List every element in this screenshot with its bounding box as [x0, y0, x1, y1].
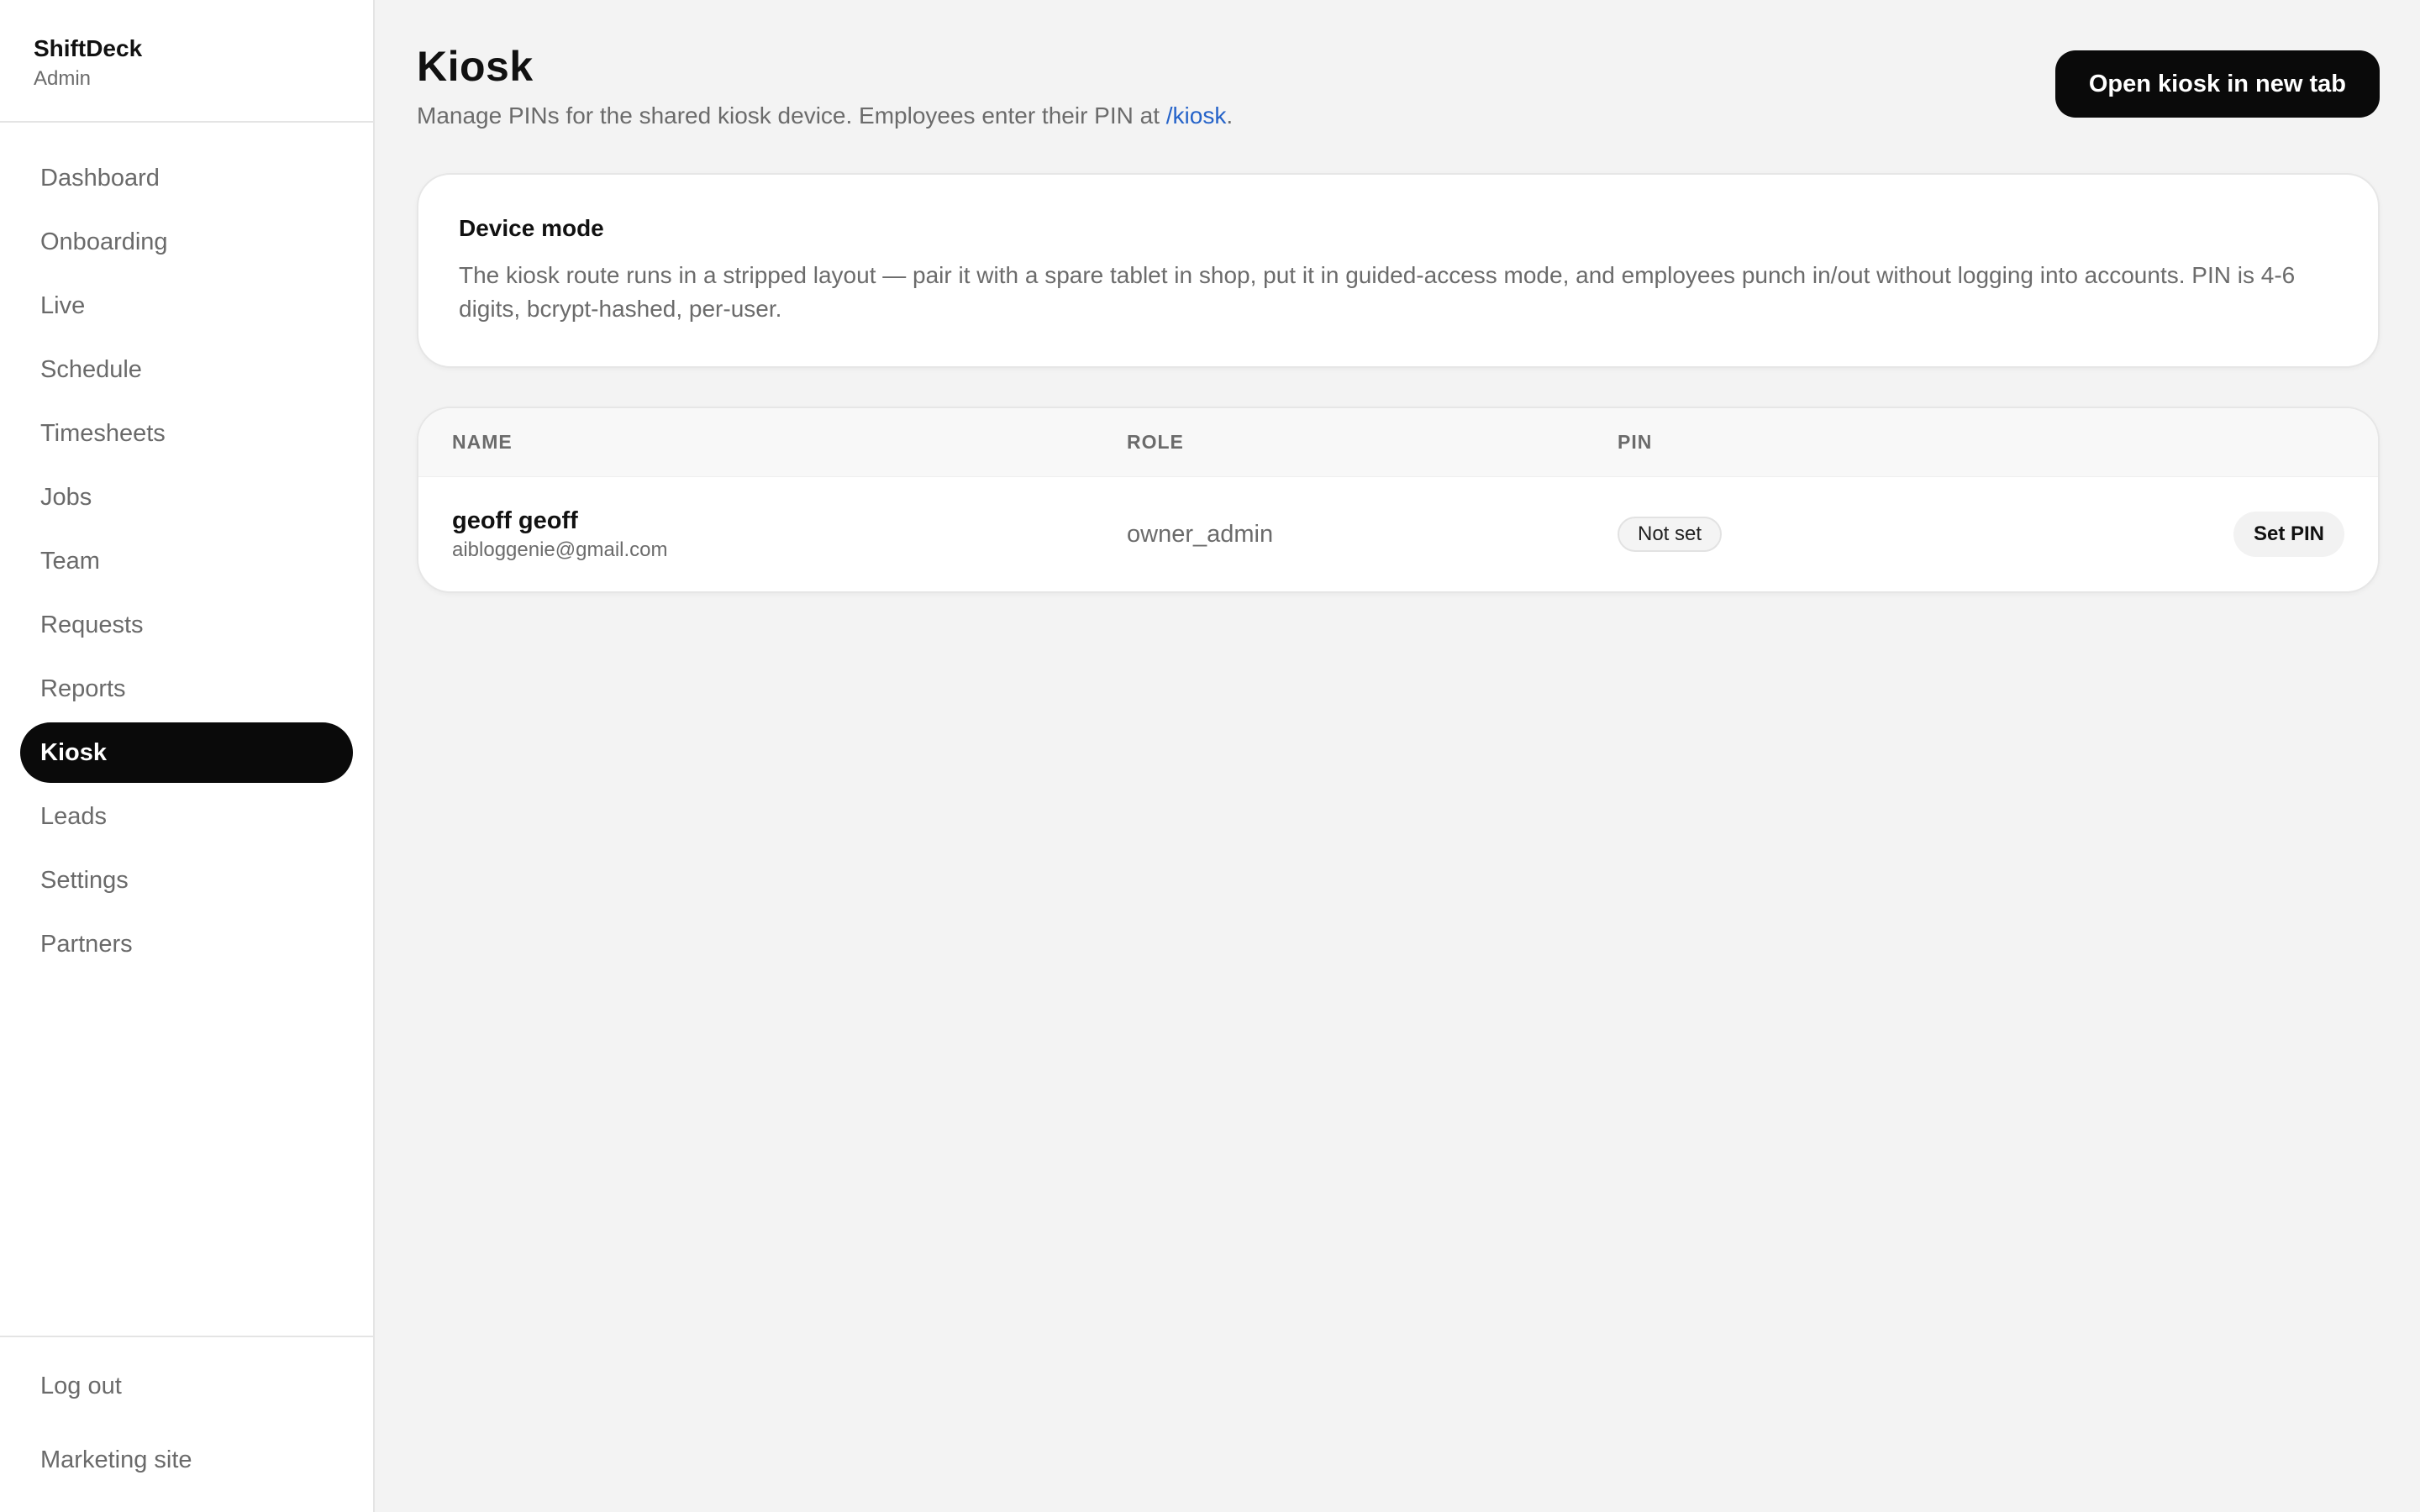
marketing-site-link[interactable]: Marketing site	[20, 1431, 353, 1488]
sidebar-item-schedule[interactable]: Schedule	[20, 339, 353, 400]
page-subtitle: Manage PINs for the shared kiosk device.…	[417, 101, 1233, 131]
sidebar-item-kiosk[interactable]: Kiosk	[20, 722, 353, 783]
sidebar-footer: Log out Marketing site	[0, 1336, 373, 1512]
sidebar: ShiftDeck Admin Dashboard Onboarding Liv…	[0, 0, 375, 1512]
sidebar-item-timesheets[interactable]: Timesheets	[20, 403, 353, 464]
user-email: aibloggenie@gmail.com	[452, 538, 668, 561]
kiosk-route-link[interactable]: /kiosk	[1166, 102, 1227, 129]
brand-name: ShiftDeck	[34, 35, 143, 61]
device-mode-card: Device mode The kiosk route runs in a st…	[417, 173, 2380, 368]
pin-cell: Not set	[1618, 517, 2233, 552]
user-name: geoff geoff	[452, 507, 578, 534]
sidebar-nav: Dashboard Onboarding Live Schedule Times…	[0, 123, 373, 1336]
user-role: owner_admin	[1127, 520, 1274, 548]
set-pin-button[interactable]: Set PIN	[2233, 512, 2344, 557]
sidebar-item-team[interactable]: Team	[20, 531, 353, 591]
device-mode-description: The kiosk route runs in a stripped layou…	[459, 262, 2296, 322]
table-header: NAME ROLE PIN	[418, 408, 2378, 477]
main-content: Kiosk Manage PINs for the shared kiosk d…	[375, 0, 2420, 1512]
page-title: Kiosk	[417, 43, 534, 90]
user-cell: geoff geoff aibloggenie@gmail.com	[452, 506, 1127, 563]
sidebar-item-partners[interactable]: Partners	[20, 914, 353, 974]
device-mode-title: Device mode	[459, 215, 604, 241]
open-kiosk-button[interactable]: Open kiosk in new tab	[2054, 50, 2380, 118]
sidebar-item-onboarding[interactable]: Onboarding	[20, 212, 353, 272]
sidebar-item-settings[interactable]: Settings	[20, 850, 353, 911]
table-row: geoff geoff aibloggenie@gmail.com owner_…	[418, 477, 2378, 591]
sidebar-item-reports[interactable]: Reports	[20, 659, 353, 719]
sidebar-item-leads[interactable]: Leads	[20, 786, 353, 847]
pin-table: NAME ROLE PIN geoff geoff aibloggenie@gm…	[417, 407, 2380, 593]
page-subtitle-text: Manage PINs for the shared kiosk device.…	[417, 102, 1166, 129]
column-header-name: NAME	[452, 431, 513, 453]
sidebar-item-dashboard[interactable]: Dashboard	[20, 148, 353, 208]
pin-status-badge: Not set	[1618, 517, 1723, 552]
column-header-role: ROLE	[1127, 431, 1184, 453]
brand-role: Admin	[34, 67, 92, 90]
brand: ShiftDeck Admin	[0, 0, 373, 123]
sidebar-item-live[interactable]: Live	[20, 276, 353, 336]
page-header: Kiosk Manage PINs for the shared kiosk d…	[417, 42, 2380, 131]
logout-link[interactable]: Log out	[20, 1357, 353, 1415]
page-heading: Kiosk Manage PINs for the shared kiosk d…	[417, 42, 1233, 131]
sidebar-item-jobs[interactable]: Jobs	[20, 467, 353, 528]
page-subtitle-suffix: .	[1226, 102, 1234, 129]
column-header-pin: PIN	[1618, 431, 1653, 453]
sidebar-item-requests[interactable]: Requests	[20, 595, 353, 655]
app-root: ShiftDeck Admin Dashboard Onboarding Liv…	[0, 0, 2420, 1512]
